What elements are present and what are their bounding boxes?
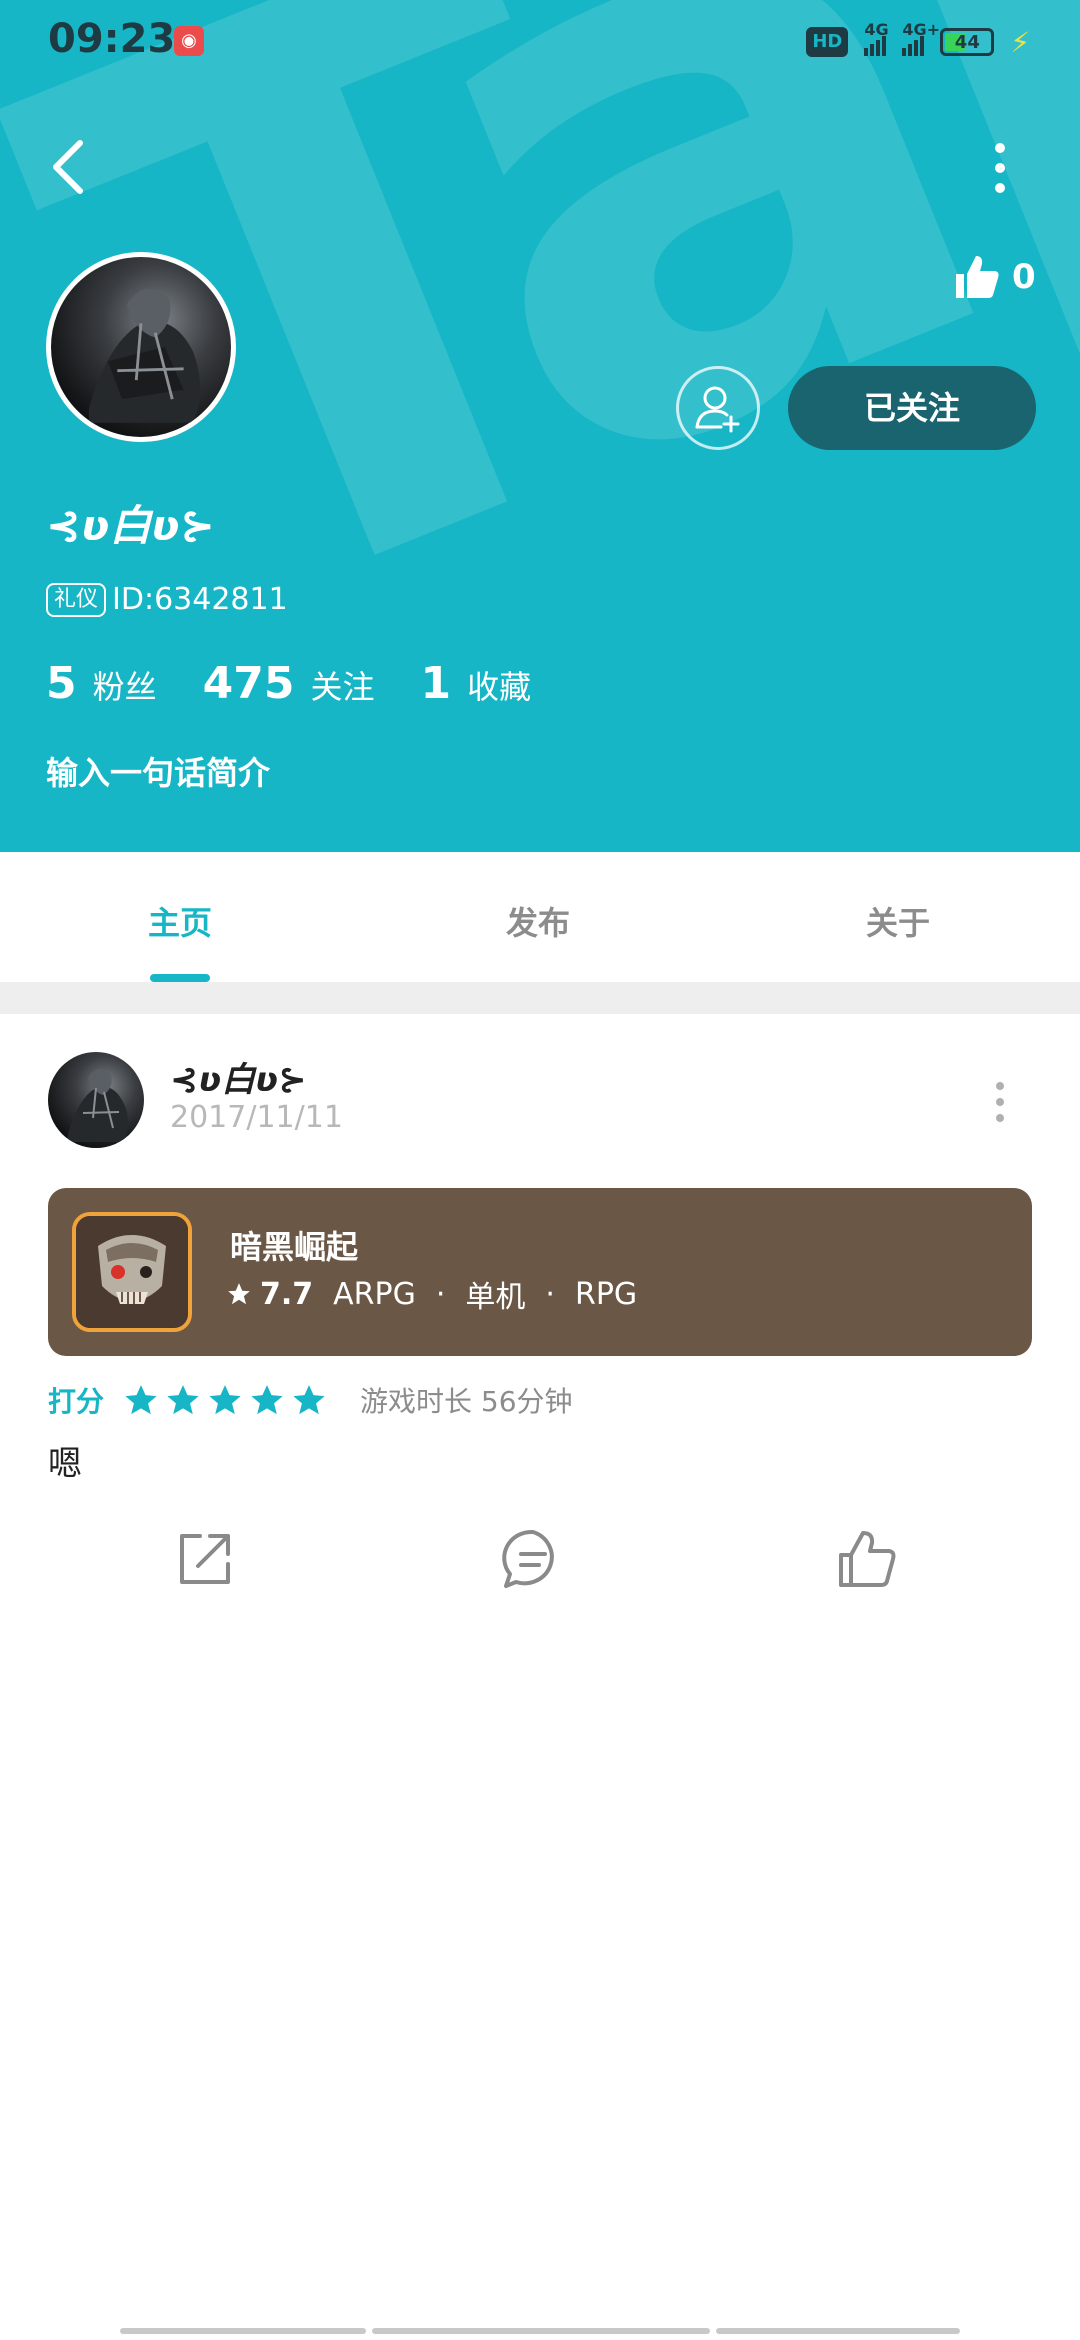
post-date: 2017/11/11 <box>170 1100 343 1135</box>
star-icon <box>251 1385 283 1415</box>
hd-voice-icon: HD <box>806 27 849 57</box>
gesture-nav-bar[interactable] <box>120 2328 960 2334</box>
stat-followers[interactable]: 5 粉丝 <box>46 658 157 709</box>
game-icon-image <box>76 1216 188 1328</box>
share-icon <box>180 1534 230 1584</box>
etiquette-badge[interactable]: 礼仪 <box>46 582 107 617</box>
user-id-row: 礼仪 ID:6342811 <box>46 582 288 617</box>
tag-separator: · <box>545 1276 555 1312</box>
star-icon <box>209 1385 241 1415</box>
avatar-image <box>88 288 201 423</box>
tab-posts[interactable]: 发布 <box>506 898 570 944</box>
battery-icon: 44 <box>940 28 995 56</box>
stat-following[interactable]: 475 关注 <box>203 658 375 709</box>
tag-separator: · <box>435 1276 446 1312</box>
section-divider <box>0 982 1080 1014</box>
status-time: 09:23 <box>48 16 176 62</box>
like-button[interactable] <box>832 1524 902 1594</box>
signal-icon-2: 4G+ <box>902 20 940 56</box>
rating-stars <box>124 1383 326 1417</box>
like-icon <box>839 1531 896 1587</box>
post-avatar-image <box>68 1069 128 1142</box>
star-icon <box>293 1385 325 1415</box>
game-tag: RPG <box>574 1276 638 1312</box>
more-options-button[interactable] <box>980 138 1020 198</box>
comment-icon <box>502 1529 554 1588</box>
rating-row: 打分 游戏时长 56分钟 <box>48 1380 573 1420</box>
like-count: 0 <box>1012 257 1036 297</box>
user-id: ID:6342811 <box>112 582 288 617</box>
add-friend-button[interactable] <box>676 366 760 450</box>
game-meta: 7.7 ARPG · 单机 · RPG <box>226 1272 637 1316</box>
notification-app-icon: ◉ <box>174 26 204 56</box>
game-score: 7.7 <box>226 1277 313 1312</box>
star-icon <box>167 1385 199 1415</box>
share-button[interactable] <box>170 1524 240 1594</box>
battery-level: 44 <box>954 31 980 53</box>
comment-button[interactable] <box>498 1524 568 1594</box>
tab-indicator <box>150 974 210 982</box>
post-more-button[interactable] <box>996 1082 1004 1122</box>
game-name: 暗黑崛起 <box>230 1228 359 1266</box>
game-tag: 单机 <box>465 1280 526 1315</box>
add-friend-icon <box>695 386 740 433</box>
more-icon <box>995 143 1005 153</box>
like-counter[interactable]: 0 <box>952 252 1036 302</box>
game-icon <box>72 1212 192 1332</box>
signal-icon: 4G <box>864 20 889 56</box>
post-actions <box>0 1524 1080 1594</box>
star-icon <box>125 1385 157 1415</box>
post-username[interactable]: ⊰ʋ白ʋ⊱ <box>170 1052 307 1101</box>
profile-header: TapTap 09:23 ◉ HD 4G 4G+ 44 ⚡ <box>0 0 1080 852</box>
back-icon <box>53 140 83 194</box>
tab-home[interactable]: 主页 <box>148 898 212 944</box>
status-indicators: HD 4G 4G+ 44 ⚡ <box>806 20 1030 62</box>
profile-tabs: 主页 发布 关于 <box>0 852 1080 980</box>
profile-avatar[interactable] <box>46 252 236 442</box>
charging-icon: ⚡ <box>1010 25 1030 59</box>
post-avatar[interactable] <box>48 1052 144 1148</box>
follow-button[interactable]: 已关注 <box>788 366 1036 450</box>
playtime: 游戏时长 56分钟 <box>360 1385 573 1418</box>
star-icon <box>228 1283 250 1305</box>
status-bar: 09:23 ◉ HD 4G 4G+ 44 ⚡ <box>0 0 1080 84</box>
thumb-up-icon <box>956 256 999 298</box>
profile-stats: 5 粉丝 475 关注 1 收藏 <box>46 658 577 709</box>
profile-bio[interactable]: 输入一句话简介 <box>46 748 270 794</box>
back-button[interactable] <box>40 136 96 198</box>
stat-favorites[interactable]: 1 收藏 <box>421 658 532 709</box>
rating-label: 打分 <box>48 1385 105 1418</box>
post-content: 嗯 <box>48 1444 82 1484</box>
tab-about[interactable]: 关于 <box>866 898 930 944</box>
game-tag: ARPG <box>333 1276 416 1312</box>
profile-username: ⊰ʋ白ʋ⊱ <box>46 501 215 550</box>
more-icon <box>996 1082 1004 1090</box>
game-card[interactable]: 暗黑崛起 7.7 ARPG · 单机 · RPG <box>48 1188 1032 1356</box>
